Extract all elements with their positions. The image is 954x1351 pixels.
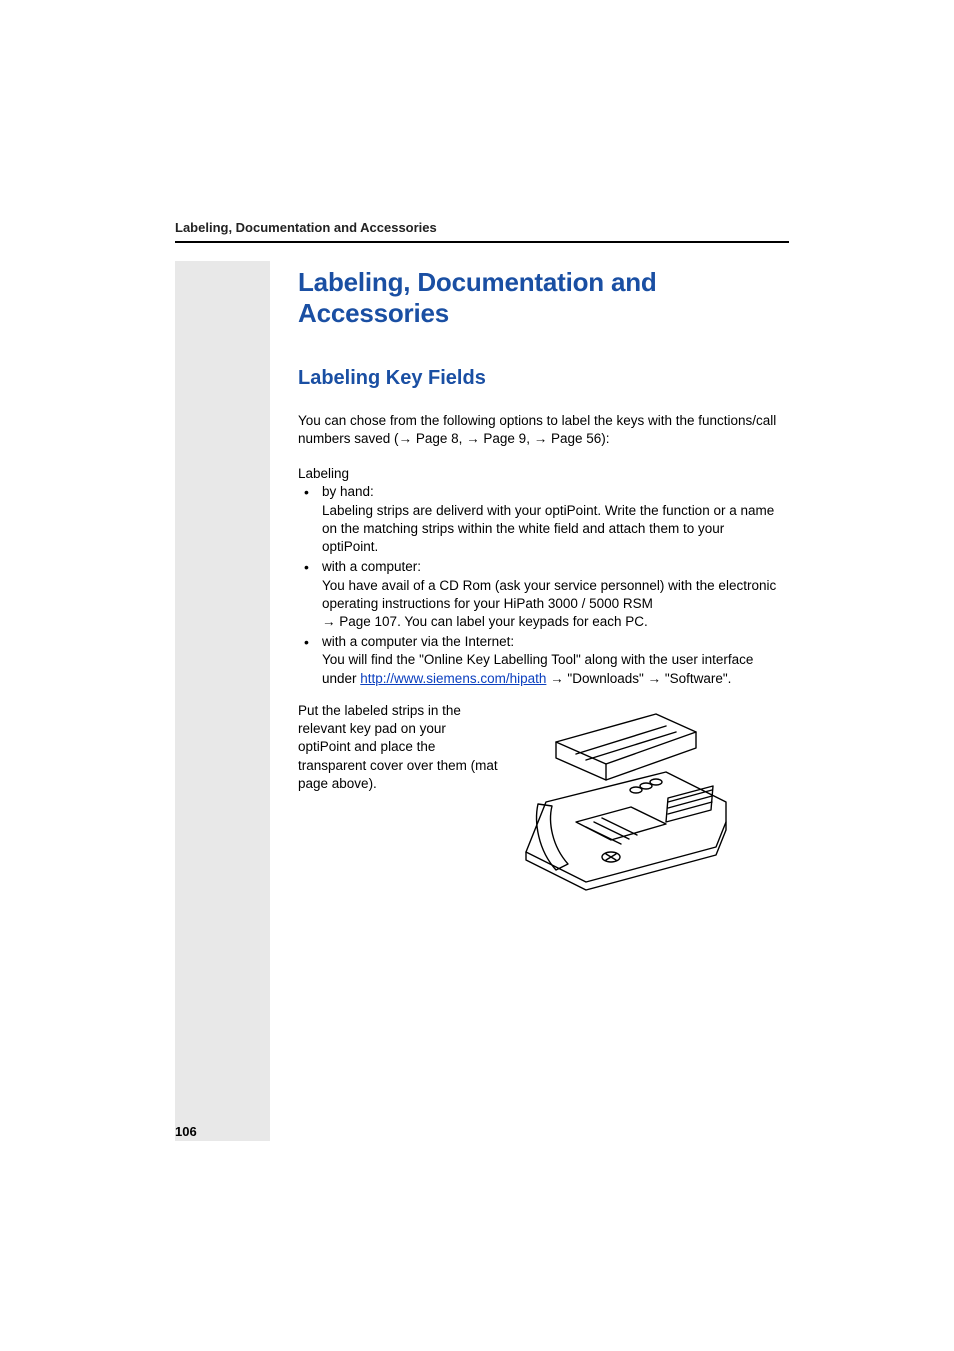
list-item-head: with a computer via the Internet:	[322, 634, 514, 649]
closing-paragraph: Put the labeled strips in the relevant k…	[298, 702, 498, 793]
page-number: 106	[175, 1124, 197, 1139]
list-item-body: . You can label your keypads for each PC…	[397, 614, 648, 629]
arrow-icon: →	[550, 671, 564, 686]
list-item: with a computer via the Internet: You wi…	[298, 633, 779, 688]
arrow-icon: →	[399, 431, 413, 446]
phone-illustration	[516, 702, 779, 892]
list-item-body: "Software"	[665, 671, 728, 686]
intro-sep: ,	[526, 431, 534, 446]
optipoint-phone-icon	[516, 702, 756, 892]
page-ref: Page 8	[416, 431, 459, 446]
bullet-list: by hand: Labeling strips are deliverd wi…	[298, 483, 779, 687]
section-heading: Labeling Key Fields	[298, 367, 779, 390]
page-ref: Page 107	[339, 614, 397, 629]
list-item: with a computer: You have avail of a CD …	[298, 558, 779, 631]
list-item-head: by hand:	[322, 484, 374, 499]
page-ref: Page 9	[483, 431, 526, 446]
page-title: Labeling, Documentation and Accessories	[298, 267, 779, 329]
hyperlink[interactable]: http://www.siemens.com/hipath	[360, 671, 546, 686]
arrow-icon: →	[322, 614, 336, 629]
arrow-icon: →	[648, 671, 662, 686]
intro-paragraph: You can chose from the following options…	[298, 412, 779, 448]
running-header: Labeling, Documentation and Accessories	[175, 220, 789, 235]
header-rule	[175, 241, 789, 243]
list-label: Labeling	[298, 466, 779, 481]
content-row: Labeling, Documentation and Accessories …	[175, 261, 789, 1141]
arrow-icon: →	[534, 431, 548, 446]
list-item-body: .	[728, 671, 732, 686]
list-item-body: Labeling strips are deliverd with your o…	[322, 503, 774, 554]
list-item-body: You have avail of a CD Rom (ask your ser…	[322, 578, 776, 611]
arrow-icon: →	[466, 431, 480, 446]
intro-sep: ,	[459, 431, 467, 446]
closing-row: Put the labeled strips in the relevant k…	[298, 702, 779, 892]
main-column: Labeling, Documentation and Accessories …	[270, 261, 789, 1141]
page-ref: Page 56	[551, 431, 601, 446]
intro-post: ):	[601, 431, 609, 446]
list-item: by hand: Labeling strips are deliverd wi…	[298, 483, 779, 556]
left-margin-bar	[175, 261, 270, 1141]
list-item-body: "Downloads"	[567, 671, 643, 686]
document-page: Labeling, Documentation and Accessories …	[0, 0, 954, 1351]
list-item-head: with a computer:	[322, 559, 421, 574]
